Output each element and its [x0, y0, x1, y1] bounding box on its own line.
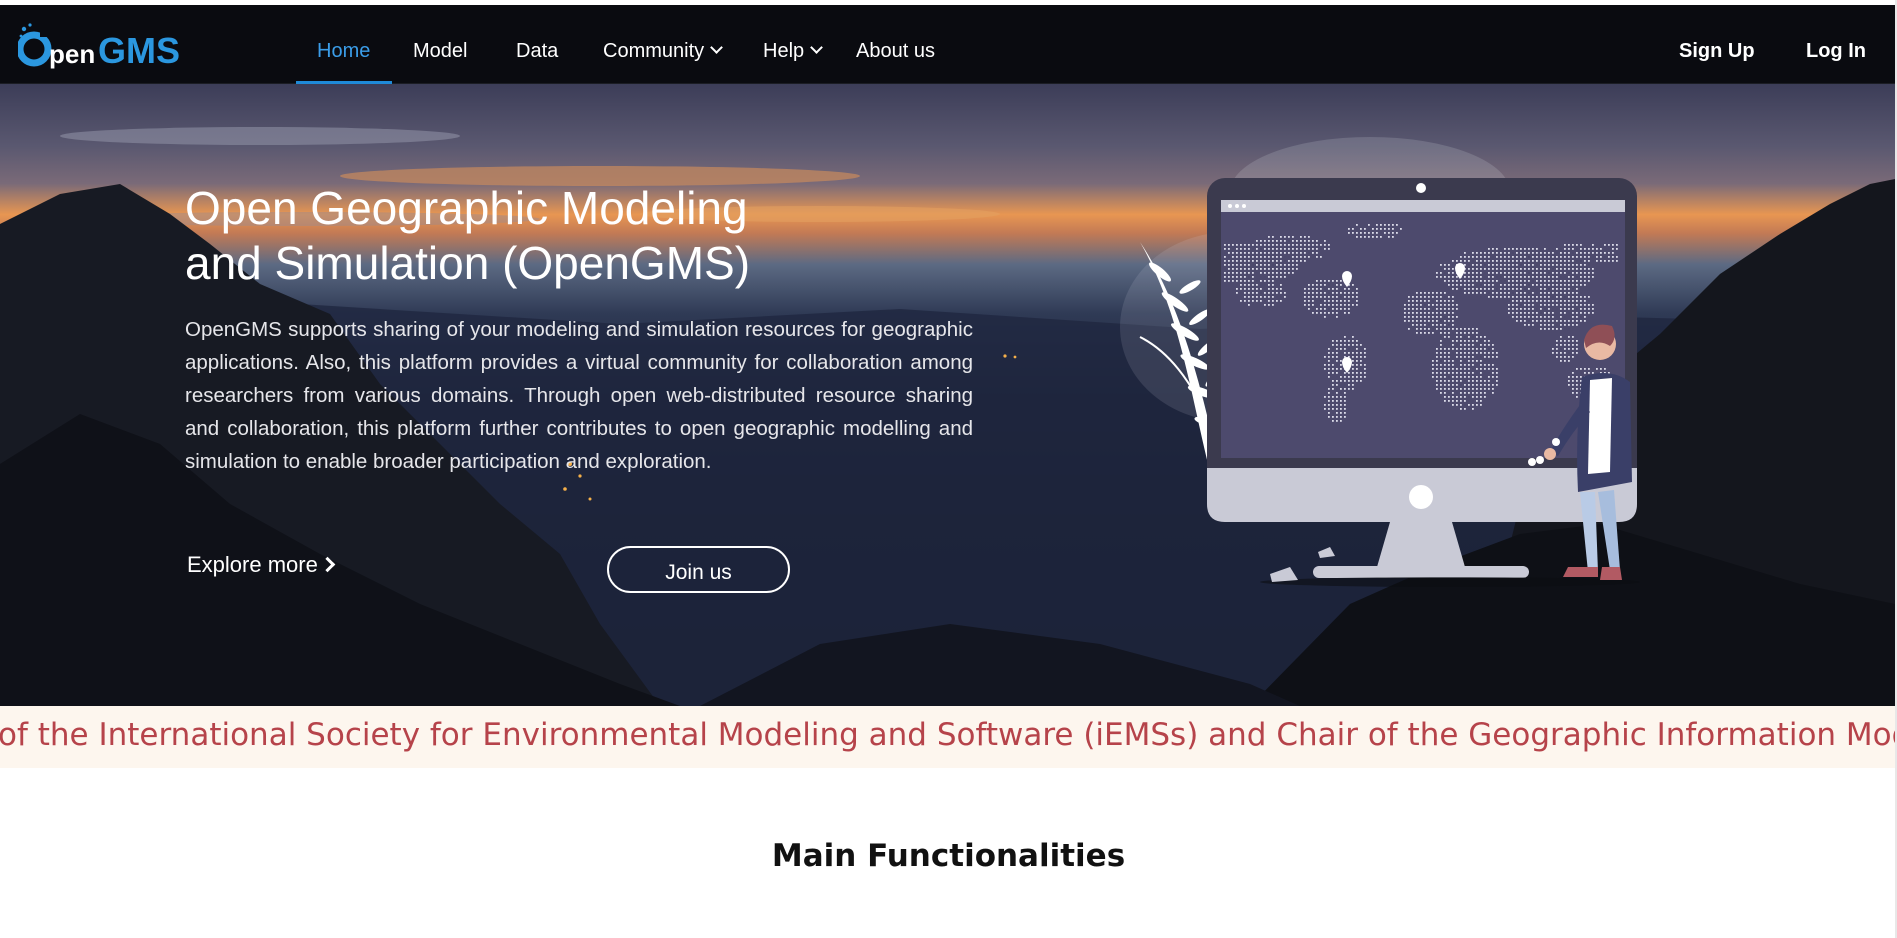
- nav-home[interactable]: Home: [317, 5, 370, 83]
- chevron-down-icon: [710, 41, 724, 54]
- nav-community-label: Community: [603, 40, 705, 62]
- main-functionalities-heading: Main Functionalities: [771, 838, 1126, 874]
- ticker-text: of the International Society for Environ…: [0, 717, 1895, 753]
- logo-icon: pen GMS: [18, 23, 180, 71]
- hero-title-line2: and Simulation (OpenGMS): [185, 237, 751, 289]
- opengms-logo[interactable]: pen GMS: [18, 19, 208, 75]
- monitor-world-map-illustration: [1120, 137, 1640, 587]
- nav-model[interactable]: Model: [413, 5, 467, 83]
- hero-banner: Open Geographic Modeling and Simulation …: [0, 84, 1895, 706]
- nav-home-label: Home: [317, 40, 371, 62]
- nav-community[interactable]: Community: [603, 5, 724, 83]
- nav-data[interactable]: Data: [516, 5, 558, 83]
- nav-data-label: Data: [516, 40, 559, 62]
- svg-text:pen: pen: [49, 39, 95, 69]
- join-us-button[interactable]: Join us: [607, 546, 790, 593]
- hero-title-line1: Open Geographic Modeling: [185, 182, 748, 234]
- sign-up-link[interactable]: Sign Up: [1679, 5, 1755, 83]
- nav-help[interactable]: Help: [763, 5, 824, 83]
- log-in-link[interactable]: Log In: [1806, 5, 1866, 83]
- nav-about-label: About us: [856, 40, 935, 62]
- nav-help-label: Help: [763, 40, 805, 62]
- explore-more-label: Explore more: [187, 552, 318, 577]
- nav-model-label: Model: [413, 40, 468, 62]
- announcement-ticker: of the International Society for Environ…: [0, 706, 1895, 768]
- svg-text:GMS: GMS: [98, 30, 180, 71]
- hero-title: Open Geographic Modeling and Simulation …: [185, 181, 945, 291]
- chevron-down-icon: [810, 41, 824, 54]
- chevron-right-icon: [319, 556, 336, 573]
- explore-more-link[interactable]: Explore more: [187, 552, 336, 578]
- top-navbar: pen GMS Home Model Data Community Help A…: [0, 5, 1895, 84]
- nav-about[interactable]: About us: [856, 5, 935, 83]
- hero-description: OpenGMS supports sharing of your modelin…: [185, 318, 973, 473]
